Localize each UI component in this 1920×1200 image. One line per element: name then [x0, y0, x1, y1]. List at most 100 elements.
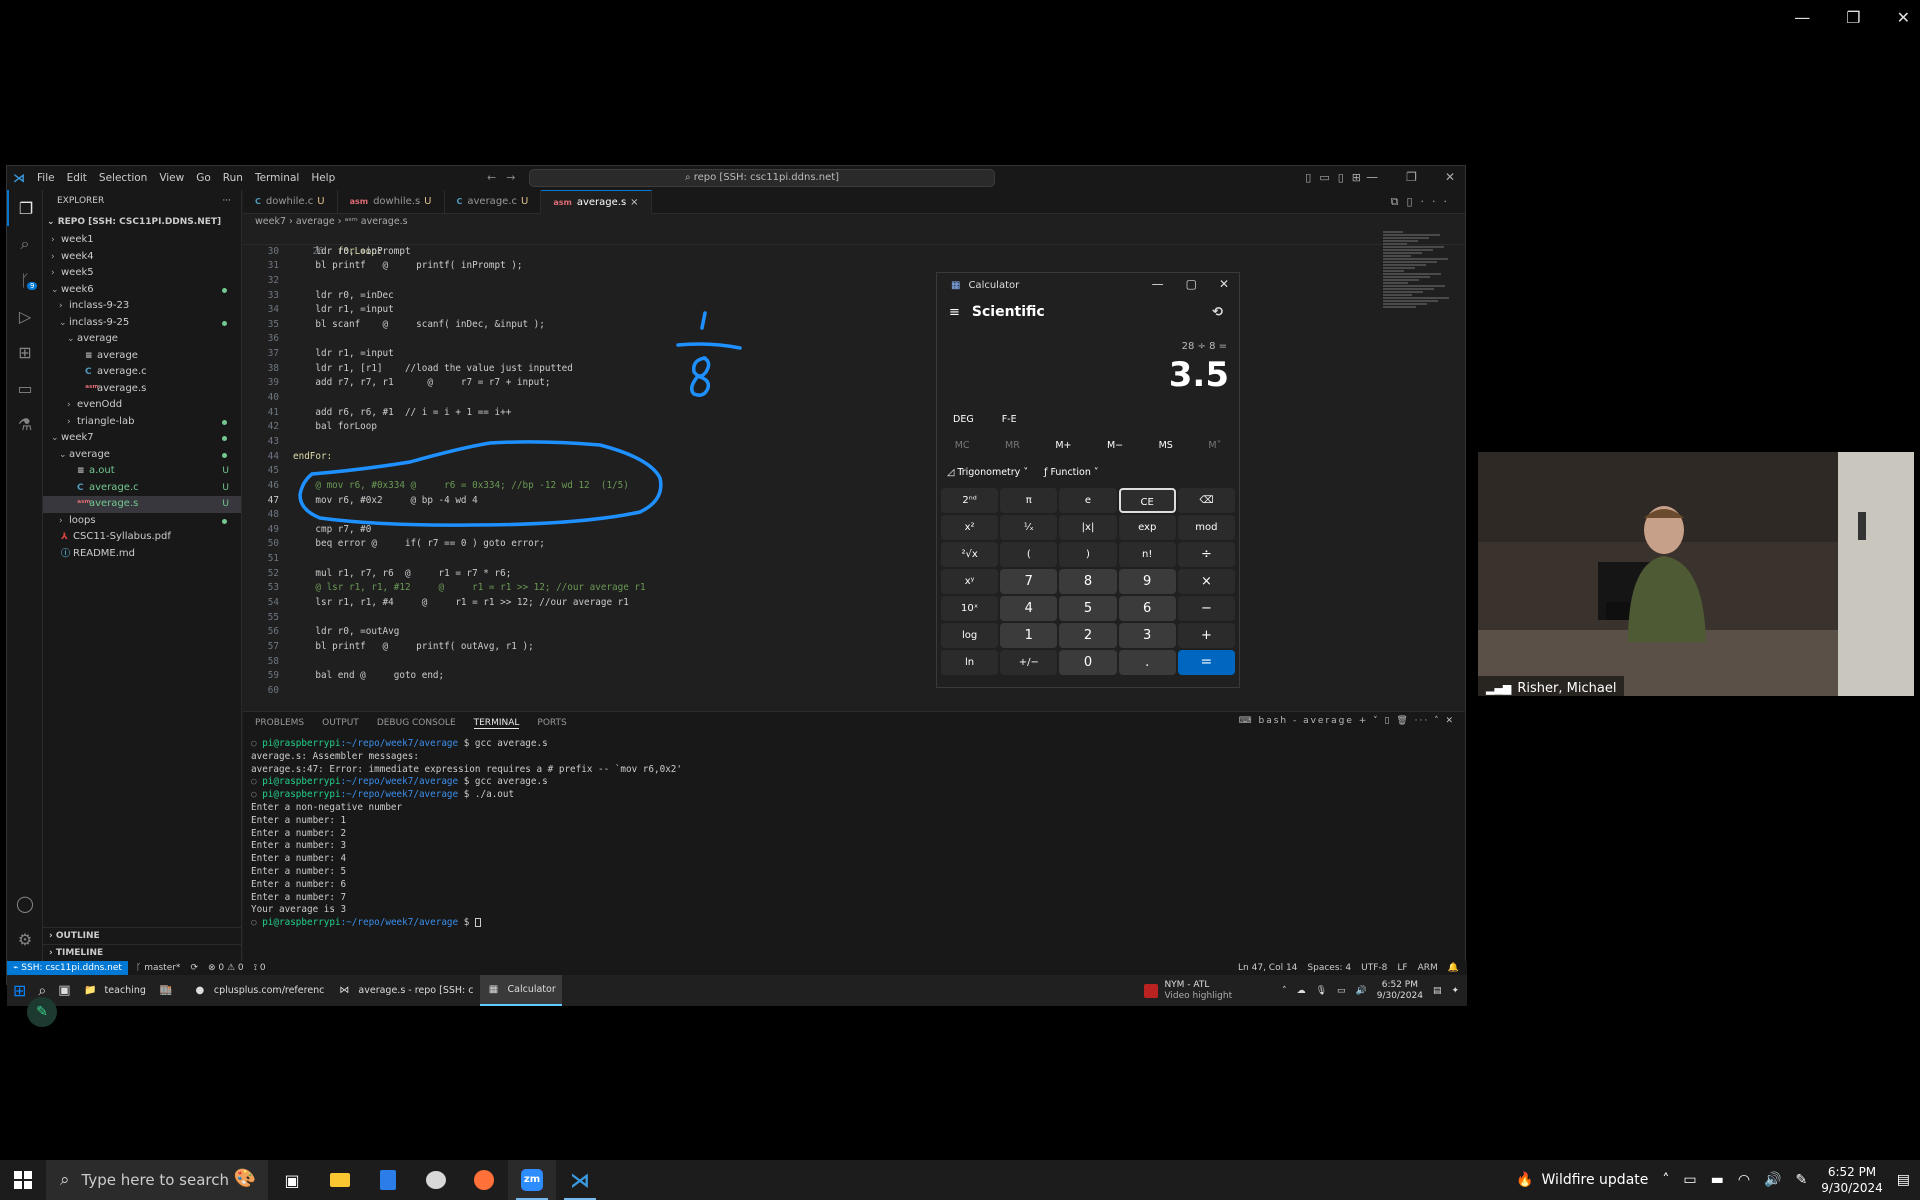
folder-item[interactable]: ⌄ week6 — [43, 282, 241, 299]
history-icon[interactable]: ⟲ — [1212, 305, 1223, 320]
folder-item[interactable]: › week1 — [43, 232, 241, 249]
code-line[interactable]: 55 — [243, 611, 1465, 626]
code-line[interactable]: 53 @ lsr r1, r1, #12 @ r1 = r1 >> 12; //… — [243, 581, 1465, 596]
memory-button[interactable]: MR — [1005, 440, 1020, 451]
menu-view[interactable]: View — [153, 172, 190, 184]
calc-key[interactable]: x² — [941, 515, 999, 540]
outline-section[interactable]: › OUTLINE — [43, 927, 241, 944]
vscode-icon[interactable]: ⋊ — [556, 1160, 604, 1200]
calculator-app-icon[interactable] — [364, 1160, 412, 1200]
eol[interactable]: LF — [1397, 961, 1407, 975]
code-line[interactable]: 36 — [243, 332, 1465, 347]
inner-mic-icon[interactable]: 🎙 — [1316, 986, 1327, 996]
memory-button[interactable]: M− — [1107, 440, 1123, 451]
repo-header[interactable]: ⌄ REPO [SSH: CSC11PI.DDNS.NET] — [43, 212, 241, 232]
hamburger-menu-icon[interactable]: ≡ — [949, 305, 960, 320]
editor-tab[interactable]: asm average.s × — [541, 190, 652, 214]
calc-key[interactable]: CE — [1118, 488, 1176, 513]
notification-widget[interactable]: 🔥 Wildfire update — [1516, 1172, 1648, 1188]
calc-key[interactable]: ( — [1000, 542, 1058, 567]
code-editor[interactable]: 26 forLoop: 30 ldr r0, =inPrompt 31 bl pri… — [243, 230, 1465, 706]
wifi-icon[interactable]: ◠ — [1738, 1172, 1750, 1188]
code-line[interactable]: 60 — [243, 684, 1465, 699]
snipping-tool-icon[interactable] — [412, 1160, 460, 1200]
menu-terminal[interactable]: Terminal — [249, 172, 305, 184]
inner-taskbar-app[interactable]: ▦ Calculator — [479, 975, 562, 1006]
calc-key[interactable]: = — [1177, 650, 1235, 675]
pen-tray-icon[interactable]: ✎ — [1796, 1172, 1808, 1188]
action-center-icon[interactable]: ▤ — [1897, 1172, 1910, 1188]
accounts-icon[interactable]: ◯ — [7, 885, 43, 921]
file-item[interactable]: ᵃˢᵐaverage.s U — [43, 496, 241, 513]
panel-actions[interactable]: ⌨ bash - average + ˅ ▯ 🗑 ··· ˄ ✕ — [1239, 716, 1455, 726]
editor-tab[interactable]: Caverage.c U — [445, 190, 542, 214]
folder-item[interactable]: › evenOdd — [43, 397, 241, 414]
cursor-position[interactable]: Ln 47, Col 14 — [1238, 961, 1297, 975]
calc-key[interactable]: ²√x — [941, 542, 999, 567]
calc-key[interactable]: + — [1177, 623, 1235, 648]
news-widget[interactable]: NYM - ATL Video highlight — [1144, 980, 1232, 1002]
code-line[interactable]: 46 @ mov r6, #0x334 @ r6 = 0x334; //bp -… — [243, 479, 1465, 494]
code-line[interactable]: 33 ldr r0, =inDec — [243, 289, 1465, 304]
timeline-section[interactable]: › TIMELINE — [43, 944, 241, 961]
folder-item[interactable]: ⌄ average — [43, 447, 241, 464]
code-line[interactable]: 31 bl printf @ printf( inPrompt ); — [243, 259, 1465, 274]
editor-actions[interactable]: ⧉▯··· — [1391, 195, 1455, 209]
nav-arrows[interactable]: ←→ — [487, 171, 525, 184]
taskbar-clock[interactable]: 6:52 PM 9/30/2024 — [1821, 1164, 1883, 1196]
code-line[interactable]: 49 cmp r7, #0 — [243, 523, 1465, 538]
settings-gear-icon[interactable]: ⚙ — [7, 921, 43, 957]
folder-item[interactable]: ⌄ week7 — [43, 430, 241, 447]
memory-button[interactable]: M˅ — [1208, 440, 1221, 451]
inner-taskbar-app[interactable]: ⋈ average.s - repo [SSH: c — [330, 975, 479, 1006]
code-line[interactable]: 44 endFor: — [243, 450, 1465, 465]
panel-tab-terminal[interactable]: TERMINAL — [473, 718, 520, 729]
file-explorer-icon[interactable] — [316, 1160, 364, 1200]
volume-icon[interactable]: 🔊 — [1764, 1172, 1781, 1188]
language-mode[interactable]: ARM — [1418, 961, 1438, 975]
calc-key[interactable]: ) — [1059, 542, 1117, 567]
calc-key[interactable]: n! — [1118, 542, 1176, 567]
calc-key[interactable]: exp — [1118, 515, 1176, 540]
branch-indicator[interactable]: ᚴ master* — [136, 963, 181, 973]
sticky-scroll-line[interactable]: 26 forLoop: — [243, 230, 1465, 257]
vscode-close-icon[interactable]: ✕ — [1445, 170, 1455, 184]
code-line[interactable]: 52 mul r1, r7, r6 @ r1 = r7 * r6; — [243, 567, 1465, 582]
code-line[interactable]: 48 — [243, 508, 1465, 523]
start-button[interactable] — [0, 1160, 46, 1200]
calc-key[interactable]: 1 — [1000, 623, 1058, 648]
inner-volume-icon[interactable]: 🔊 — [1356, 986, 1367, 996]
extensions-icon[interactable]: ⊞ — [7, 334, 43, 370]
calc-key[interactable]: 4 — [1000, 596, 1058, 621]
memory-button[interactable]: MS — [1159, 440, 1173, 451]
calc-key[interactable]: 3 — [1118, 623, 1176, 648]
vscode-restore-icon[interactable]: ❐ — [1406, 170, 1417, 184]
file-item[interactable]: Caverage.c — [43, 364, 241, 381]
code-line[interactable]: 39 add r7, r7, r1 @ r7 = r7 + input; — [243, 376, 1465, 391]
inner-taskbar-app[interactable]: 🏬 — [152, 975, 186, 1006]
remote-explorer-icon[interactable]: ▭ — [7, 370, 43, 406]
remote-indicator[interactable]: ⌁ SSH: csc11pi.ddns.net — [7, 961, 128, 975]
run-debug-icon[interactable]: ▷ — [7, 298, 43, 334]
calc-key[interactable]: 9 — [1118, 569, 1176, 594]
inner-copilot-icon[interactable]: ✦ — [1451, 986, 1459, 996]
code-line[interactable]: 51 — [243, 552, 1465, 567]
inner-display-icon[interactable]: ▭ — [1337, 986, 1346, 996]
menu-file[interactable]: File — [31, 172, 61, 184]
layout-icons[interactable]: ▯▭▯⊞ — [1305, 171, 1369, 184]
panel-tab-debug-console[interactable]: DEBUG CONSOLE — [377, 718, 456, 728]
vscode-minimize-icon[interactable]: — — [1366, 170, 1378, 184]
calc-minimize-icon[interactable]: — — [1152, 277, 1164, 291]
code-line[interactable]: 41 add r6, r6, #1 // i = i + 1 == i++ — [243, 406, 1465, 421]
folder-item[interactable]: ⌄ inclass-9-25 — [43, 315, 241, 332]
trigonometry-dropdown[interactable]: ◿ Trigonometry ˅ — [947, 467, 1028, 478]
calc-key[interactable]: 2ⁿᵈ — [941, 488, 999, 513]
code-line[interactable]: 35 bl scanf @ scanf( inDec, &input ); — [243, 318, 1465, 333]
code-line[interactable]: 59 bal end @ goto end; — [243, 669, 1465, 684]
file-item[interactable]: ⅄ CSC11-Syllabus.pdf — [43, 529, 241, 546]
calc-key[interactable]: ¹⁄ₓ — [1000, 515, 1058, 540]
minimap[interactable] — [1383, 230, 1451, 330]
indentation[interactable]: Spaces: 4 — [1307, 961, 1351, 975]
calc-key[interactable]: xʸ — [941, 569, 999, 594]
file-item[interactable]: Caverage.c U — [43, 480, 241, 497]
